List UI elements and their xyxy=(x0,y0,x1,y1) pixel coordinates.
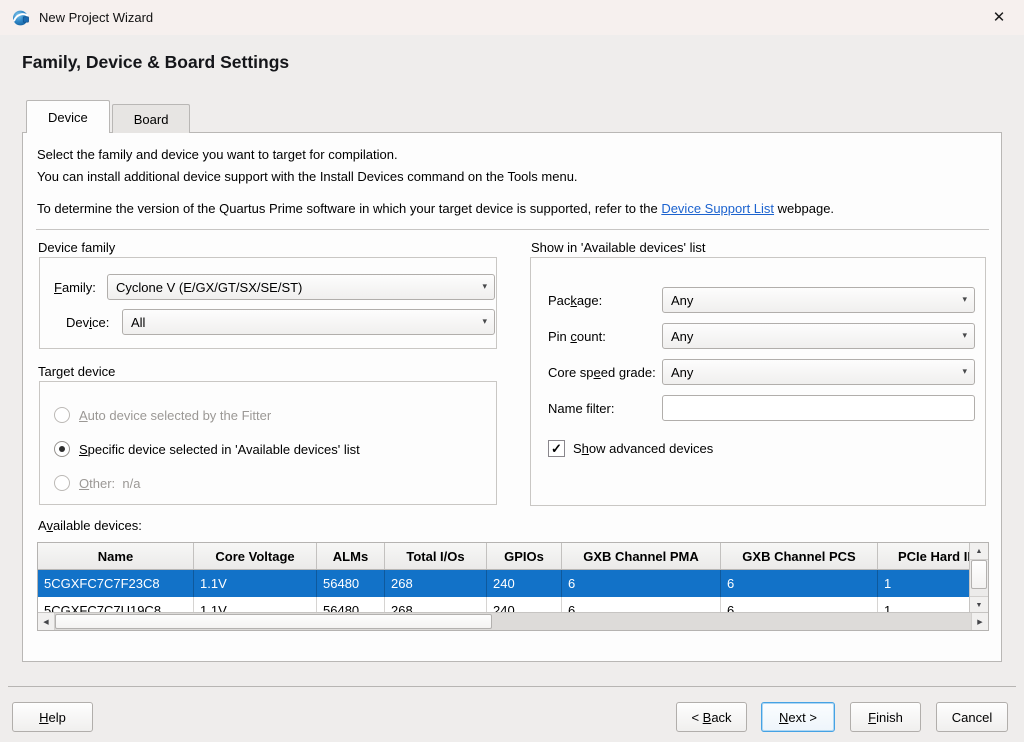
titlebar: New Project Wizard ✕ xyxy=(0,0,1024,35)
radio-auto-device: Auto device selected by the Fitter xyxy=(54,405,271,425)
device-support-list-link[interactable]: Device Support List xyxy=(661,201,774,216)
window-title: New Project Wizard xyxy=(39,10,153,25)
radio-icon xyxy=(54,407,70,423)
family-dropdown-value: Cyclone V (E/GX/GT/SX/SE/ST) xyxy=(116,280,302,295)
cancel-button[interactable]: Cancel xyxy=(936,702,1008,732)
checkmark-icon: ✓ xyxy=(551,442,562,455)
back-button[interactable]: < Back xyxy=(676,702,747,732)
pin-count-dropdown[interactable]: Any ▾ xyxy=(662,323,975,349)
cell-core-voltage: 1.1V xyxy=(194,570,317,597)
show-filters-group: Package: Any ▾ Pin count: Any ▾ Core spe… xyxy=(530,257,986,506)
next-button[interactable]: Next > xyxy=(761,702,835,732)
cell-gxb-pma: 6 xyxy=(562,570,721,597)
show-advanced-devices-checkbox-row[interactable]: ✓ Show advanced devices xyxy=(548,440,713,457)
radio-other: Other: n/a xyxy=(54,473,140,493)
radio-selected-icon xyxy=(54,441,70,457)
chevron-down-icon: ▾ xyxy=(482,316,487,327)
device-family-group-label: Device family xyxy=(38,240,115,255)
table-row-selected[interactable]: 5CGXFC7C7F23C8 1.1V 56480 268 240 6 6 1 xyxy=(38,570,988,597)
family-dropdown[interactable]: Cyclone V (E/GX/GT/SX/SE/ST) ▾ xyxy=(107,274,495,300)
intro-line-2: You can install additional device suppor… xyxy=(37,169,578,184)
new-project-wizard-dialog: New Project Wizard ✕ Family, Device & Bo… xyxy=(0,0,1024,742)
core-speed-grade-dropdown-value: Any xyxy=(671,365,693,380)
column-header-name[interactable]: Name xyxy=(38,543,194,569)
column-header-alms[interactable]: ALMs xyxy=(317,543,385,569)
column-header-gpios[interactable]: GPIOs xyxy=(487,543,562,569)
name-filter-label: Name filter: xyxy=(548,401,614,416)
cell-gpios: 240 xyxy=(487,570,562,597)
footer-separator xyxy=(8,686,1016,687)
pin-count-dropdown-value: Any xyxy=(671,329,693,344)
support-line: To determine the version of the Quartus … xyxy=(37,201,834,216)
column-header-core-voltage[interactable]: Core Voltage xyxy=(194,543,317,569)
horizontal-scrollbar-thumb[interactable] xyxy=(55,614,492,629)
target-device-group: Auto device selected by the Fitter Speci… xyxy=(39,381,497,505)
family-label: Family: xyxy=(54,280,96,295)
support-line-suffix: webpage. xyxy=(774,201,834,216)
target-device-group-label: Target device xyxy=(38,364,115,379)
radio-auto-device-label: Auto device selected by the Fitter xyxy=(79,408,271,423)
column-header-total-ios[interactable]: Total I/Os xyxy=(385,543,487,569)
column-header-gxb-channel-pcs[interactable]: GXB Channel PCS xyxy=(721,543,878,569)
scroll-up-icon[interactable]: ▲ xyxy=(970,543,988,560)
radio-other-label: Other: n/a xyxy=(79,476,140,491)
scroll-down-icon[interactable]: ▼ xyxy=(970,596,988,613)
chevron-down-icon: ▾ xyxy=(962,294,967,305)
support-line-prefix: To determine the version of the Quartus … xyxy=(37,201,661,216)
checkbox-checked-icon[interactable]: ✓ xyxy=(548,440,565,457)
horizontal-scrollbar[interactable]: ◀ ▶ xyxy=(38,612,988,630)
available-devices-label: Available devices: xyxy=(38,518,142,533)
intro-separator xyxy=(36,229,989,230)
close-icon[interactable]: ✕ xyxy=(989,7,1009,27)
radio-specific-device-label: Specific device selected in 'Available d… xyxy=(79,442,360,457)
chevron-down-icon: ▾ xyxy=(962,366,967,377)
radio-icon xyxy=(54,475,70,491)
device-family-group: Family: Cyclone V (E/GX/GT/SX/SE/ST) ▾ D… xyxy=(39,257,497,349)
device-dropdown-value: All xyxy=(131,315,145,330)
column-header-gxb-channel-pma[interactable]: GXB Channel PMA xyxy=(562,543,721,569)
vertical-scrollbar-thumb[interactable] xyxy=(971,560,987,589)
scroll-left-icon[interactable]: ◀ xyxy=(38,613,55,630)
cell-name: 5CGXFC7C7F23C8 xyxy=(38,570,194,597)
tab-device[interactable]: Device xyxy=(26,100,110,133)
core-speed-grade-label: Core speed grade: xyxy=(548,365,656,380)
device-label: Device: xyxy=(66,315,109,330)
tab-bar: Device Board xyxy=(26,100,192,133)
cell-alms: 56480 xyxy=(317,570,385,597)
available-devices-table: Name Core Voltage ALMs Total I/Os GPIOs … xyxy=(37,542,989,631)
chevron-down-icon: ▾ xyxy=(962,330,967,341)
intro-line-1: Select the family and device you want to… xyxy=(37,147,398,162)
package-dropdown[interactable]: Any ▾ xyxy=(662,287,975,313)
show-advanced-devices-label: Show advanced devices xyxy=(573,441,713,456)
tab-board[interactable]: Board xyxy=(112,104,191,133)
cell-gxb-pcs: 6 xyxy=(721,570,878,597)
scroll-right-icon[interactable]: ▶ xyxy=(971,613,988,630)
quartus-logo-icon xyxy=(12,9,30,27)
cell-total-ios: 268 xyxy=(385,570,487,597)
table-header-row: Name Core Voltage ALMs Total I/Os GPIOs … xyxy=(38,543,988,570)
device-dropdown[interactable]: All ▾ xyxy=(122,309,495,335)
package-dropdown-value: Any xyxy=(671,293,693,308)
device-tab-pane: Select the family and device you want to… xyxy=(22,132,1002,662)
help-button[interactable]: Help xyxy=(12,702,93,732)
core-speed-grade-dropdown[interactable]: Any ▾ xyxy=(662,359,975,385)
package-label: Package: xyxy=(548,293,602,308)
finish-button[interactable]: Finish xyxy=(850,702,921,732)
name-filter-input[interactable] xyxy=(662,395,975,421)
show-filters-group-label: Show in 'Available devices' list xyxy=(531,240,706,255)
chevron-down-icon: ▾ xyxy=(482,281,487,292)
page-title: Family, Device & Board Settings xyxy=(22,52,289,73)
vertical-scrollbar[interactable]: ▲ ▼ xyxy=(969,543,988,613)
radio-specific-device[interactable]: Specific device selected in 'Available d… xyxy=(54,439,360,459)
pin-count-label: Pin count: xyxy=(548,329,606,344)
